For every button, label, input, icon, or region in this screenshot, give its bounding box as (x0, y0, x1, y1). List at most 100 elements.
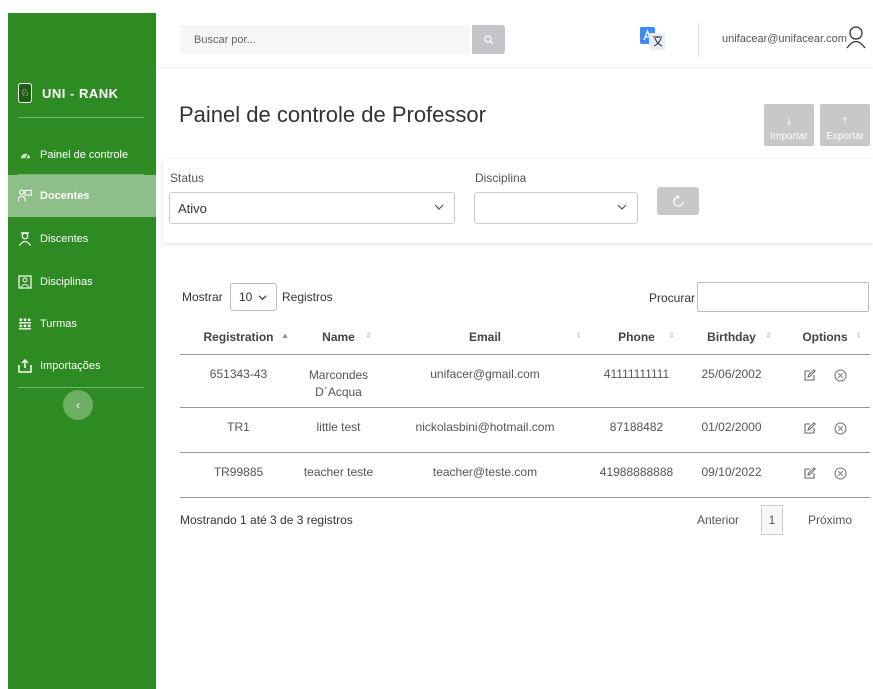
cell-phone: 41988888888 (590, 452, 683, 498)
sort-icon: ⇕ (855, 331, 862, 340)
import-button-label: Importar (770, 131, 808, 142)
edit-icon[interactable] (803, 467, 816, 479)
sidebar-item-painel[interactable]: Painel de controle (8, 136, 156, 174)
delete-icon[interactable] (834, 369, 847, 382)
refresh-button[interactable] (657, 187, 699, 215)
sidebar: ♘ UNI - RANK Painel de controle Docentes… (8, 13, 156, 689)
sort-icon: ⇕ (765, 331, 772, 340)
status-select[interactable]: Ativo (169, 192, 455, 224)
sidebar-item-label: Disciplinas (40, 276, 93, 288)
import-icon (18, 359, 32, 373)
edit-icon[interactable] (803, 422, 816, 434)
sidebar-divider (18, 174, 144, 175)
cell-options (780, 354, 870, 408)
sidebar-item-label: Turmas (40, 318, 77, 330)
sidebar-divider (18, 387, 144, 388)
cell-options (780, 407, 870, 453)
cell-name: Marcondes D´Acqua (297, 354, 380, 408)
cell-birthday: 25/06/2002 (683, 354, 780, 408)
cell-registration: 651343-43 (180, 354, 297, 408)
topbar-divider (698, 23, 699, 57)
brand-name: UNI - RANK (42, 85, 119, 101)
column-name[interactable]: Name ⇕ (297, 320, 380, 355)
sidebar-item-docentes[interactable]: Docentes (8, 175, 156, 217)
chevron-down-icon (258, 294, 267, 300)
table-row: TR99885 teacher teste teacher@teste.com … (180, 452, 870, 498)
sidebar-item-label: Discentes (40, 233, 89, 245)
sidebar-nav: Painel de controle Docentes Discentes Di… (8, 136, 156, 388)
subjects-icon (18, 275, 32, 289)
column-birthday[interactable]: Birthday ⇕ (683, 320, 780, 355)
download-icon: ⤓ (786, 116, 792, 127)
cell-phone: 41111111111 (590, 354, 683, 408)
pagination-page[interactable]: 1 (761, 505, 783, 535)
table-info: Mostrando 1 até 3 de 3 registros (180, 513, 353, 527)
sidebar-item-label: Painel de controle (40, 149, 129, 161)
column-phone[interactable]: Phone ⇕ (590, 320, 683, 355)
teachers-table: Registration ▲ Name ⇕ Email ⇕ Phone ⇕ Birthd… (180, 320, 870, 498)
page-length-select[interactable]: 10 (230, 283, 277, 311)
edit-icon[interactable] (803, 369, 816, 381)
chevron-down-icon (434, 202, 444, 215)
cell-email: unifacer@gmail.com (380, 354, 590, 408)
teacher-icon (18, 189, 32, 203)
cell-name: little test (297, 407, 380, 453)
disciplina-select[interactable] (474, 192, 638, 224)
cell-phone: 87188482 (590, 407, 683, 453)
refresh-icon (672, 194, 684, 207)
collapse-sidebar-button[interactable]: ‹ (63, 390, 93, 420)
classes-icon (18, 317, 32, 331)
search-button[interactable] (472, 25, 505, 54)
status-label: Status (170, 171, 205, 185)
topbar: unifacear@unifacear.com (156, 13, 873, 67)
sidebar-item-turmas[interactable]: Turmas (8, 303, 156, 345)
table-search-label: Procurar (649, 291, 696, 305)
table-search-input[interactable] (697, 282, 869, 312)
student-icon (18, 232, 32, 246)
filter-card: Status Ativo Disciplina (163, 159, 873, 243)
pagination-next[interactable]: Próximo (808, 505, 852, 535)
delete-icon[interactable] (834, 467, 847, 480)
export-button[interactable]: ⤒ Exportar (820, 104, 870, 146)
disciplina-label: Disciplina (475, 171, 527, 185)
cell-birthday: 01/02/2000 (683, 407, 780, 453)
chevron-down-icon (617, 202, 627, 215)
logo-icon: ♘ (18, 83, 32, 103)
sort-icon: ⇕ (668, 331, 675, 340)
user-email: unifacear@unifacear.com (722, 33, 847, 45)
translate-icon[interactable] (640, 27, 666, 51)
show-prefix: Mostrar (182, 290, 223, 304)
cell-registration: TR99885 (180, 452, 297, 498)
cell-name: teacher teste (297, 452, 380, 498)
sidebar-item-discentes[interactable]: Discentes (8, 217, 156, 261)
upload-icon: ⤒ (842, 116, 848, 127)
cell-email: nickolasbini@hotmail.com (380, 407, 590, 453)
export-button-label: Exportar (826, 131, 864, 142)
brand: ♘ UNI - RANK (18, 83, 119, 103)
sidebar-item-label: Importações (40, 360, 101, 372)
sidebar-item-importacoes[interactable]: Importações (8, 345, 156, 387)
show-suffix: Registros (282, 290, 333, 304)
sort-icon: ⇕ (575, 331, 582, 340)
column-email[interactable]: Email ⇕ (380, 320, 590, 355)
sidebar-item-disciplinas[interactable]: Disciplinas (8, 261, 156, 303)
table-row: 651343-43 Marcondes D´Acqua unifacer@gma… (180, 354, 870, 408)
sort-icon: ▲ (281, 331, 289, 340)
column-options[interactable]: Options ⇕ (780, 320, 870, 355)
user-icon[interactable] (846, 25, 866, 49)
cell-birthday: 09/10/2022 (683, 452, 780, 498)
chevron-left-icon: ‹ (76, 398, 80, 412)
pagination-previous[interactable]: Anterior (697, 505, 739, 535)
dashboard-icon (18, 148, 32, 162)
search-icon (483, 34, 493, 44)
status-value: Ativo (178, 200, 207, 216)
table-row: TR1 little test nickolasbini@hotmail.com… (180, 407, 870, 453)
search-input[interactable] (180, 25, 470, 54)
page-length-value: 10 (239, 290, 253, 304)
column-registration[interactable]: Registration ▲ (180, 320, 297, 355)
import-button[interactable]: ⤓ Importar (764, 104, 814, 146)
sidebar-divider (18, 117, 144, 118)
delete-icon[interactable] (834, 422, 847, 435)
table-header-row: Registration ▲ Name ⇕ Email ⇕ Phone ⇕ Birthd… (180, 320, 870, 355)
cell-options (780, 452, 870, 498)
